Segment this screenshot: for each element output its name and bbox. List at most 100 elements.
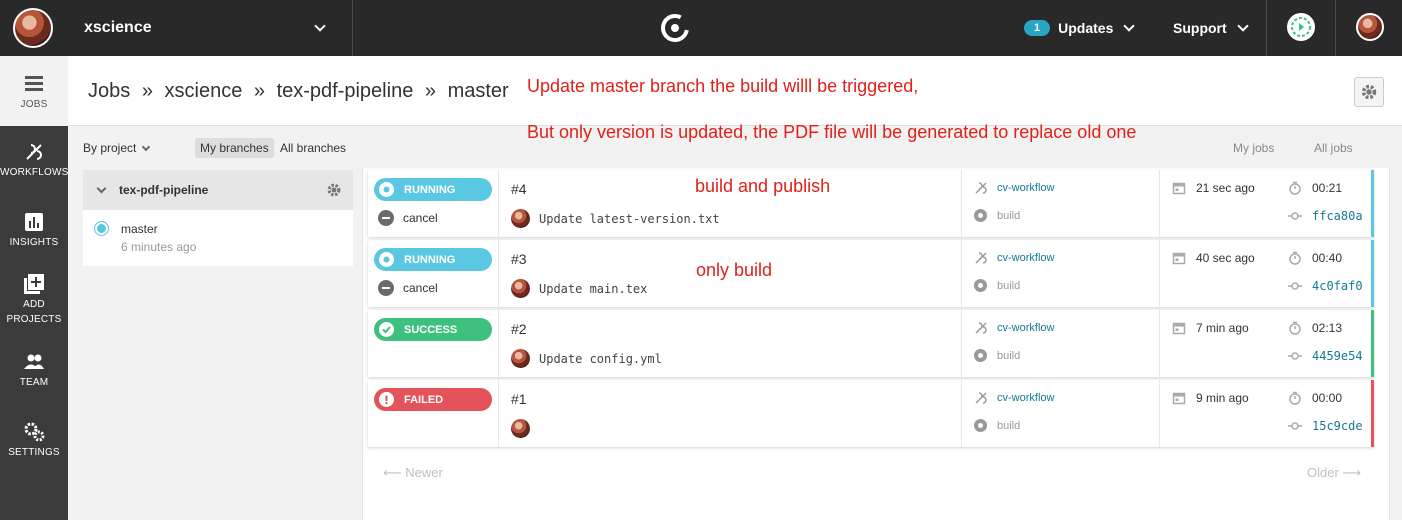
build-time-label: 9 min ago	[1196, 391, 1249, 405]
build-number[interactable]: #4	[511, 181, 527, 197]
status-badge[interactable]: FAILED	[374, 388, 492, 411]
build-row[interactable]: SUCCESS #2 Update config.yml cv-workflow bui…	[368, 310, 1374, 377]
updates-menu[interactable]: 1 Updates	[1024, 0, 1136, 56]
newer-link[interactable]: ⟵ Newer	[383, 465, 443, 481]
nav-label: WORKFLOWS	[0, 167, 69, 178]
build-time-label: 21 sec ago	[1196, 181, 1255, 195]
sha-label: 4459e54	[1312, 349, 1363, 363]
user-avatar[interactable]	[1356, 13, 1384, 41]
job-icon	[974, 419, 987, 432]
status-edge	[1371, 380, 1374, 447]
cancel-button[interactable]: cancel	[378, 210, 438, 226]
nav-workflows[interactable]: WORKFLOWS	[0, 141, 68, 178]
divider	[1335, 0, 1336, 56]
nav-label: JOBS	[20, 99, 48, 110]
build-meta-cell: 9 min ago 00:00 15c9cde	[1160, 380, 1371, 447]
cancel-icon	[378, 280, 394, 296]
nav-insights[interactable]: INSIGHTS	[0, 211, 68, 248]
breadcrumb-separator: »	[253, 80, 265, 102]
stopwatch-icon	[1289, 181, 1301, 195]
chevron-down-icon	[96, 183, 107, 193]
workflow-icon	[975, 322, 987, 334]
workflow-name: cv-workflow	[997, 252, 1055, 264]
all-branches-toggle[interactable]: All branches	[280, 141, 346, 155]
build-row[interactable]: FAILED #1 cv-workflow build 9 min ago 00:00 15…	[368, 380, 1374, 447]
chevron-down-icon	[1236, 20, 1249, 32]
breadcrumb: Jobs » xscience » tex-pdf-pipeline » mas…	[88, 80, 515, 103]
build-row[interactable]: RUNNING cancel #3 Update main.tex cv-workflo…	[368, 240, 1374, 307]
commit-subject: Update main.tex	[539, 281, 648, 296]
status-label: FAILED	[404, 393, 444, 406]
commit-icon	[1288, 282, 1302, 290]
build-number[interactable]: #1	[511, 391, 527, 407]
calendar-icon	[1172, 392, 1186, 405]
job-name: build	[974, 419, 1020, 432]
chevron-down-icon	[1123, 20, 1136, 32]
all-jobs-toggle[interactable]: All jobs	[1314, 141, 1353, 155]
workflow-cell: cv-workflow build	[962, 170, 1160, 237]
by-project-dropdown[interactable]: By project	[83, 141, 151, 155]
nav-settings[interactable]: SETTINGS	[0, 421, 68, 458]
breadcrumb-org[interactable]: xscience	[165, 80, 243, 102]
sha-label: 15c9cde	[1312, 419, 1363, 433]
branch-item[interactable]: master 6 minutes ago	[83, 210, 353, 266]
success-status-icon	[379, 322, 394, 337]
workflow-link[interactable]: cv-workflow	[974, 391, 1054, 405]
build-status-cell: FAILED	[368, 380, 499, 447]
calendar-icon	[1172, 182, 1186, 195]
commit-sha-link[interactable]: 4459e54	[1288, 349, 1363, 363]
status-badge[interactable]: RUNNING	[374, 248, 492, 271]
workflow-link[interactable]: cv-workflow	[974, 321, 1054, 335]
commit-sha-link[interactable]: ffca80a	[1288, 209, 1363, 223]
commit-message: Update config.yml	[511, 349, 662, 368]
workflow-icon	[975, 182, 987, 194]
workflow-icon	[975, 392, 987, 404]
nav-team[interactable]: TEAM	[0, 351, 68, 388]
nav-add-projects[interactable]: ADD PROJECTS	[0, 273, 68, 325]
job-name: build	[974, 209, 1020, 222]
status-label: SUCCESS	[404, 323, 458, 336]
status-label: RUNNING	[404, 183, 456, 196]
commit-message: Update main.tex	[511, 279, 647, 298]
commit-sha-link[interactable]: 4c0faf0	[1288, 279, 1363, 293]
status-edge	[1371, 240, 1374, 307]
running-status-icon	[95, 222, 108, 235]
cancel-button[interactable]: cancel	[378, 280, 438, 296]
gear-icon[interactable]	[326, 182, 342, 198]
job-icon	[974, 209, 987, 222]
updates-label: Updates	[1058, 20, 1114, 36]
duration-label: 00:21	[1312, 181, 1343, 195]
status-badge[interactable]: RUNNING	[374, 178, 492, 201]
workflow-cell: cv-workflow build	[962, 310, 1160, 377]
job-label: build	[997, 279, 1021, 292]
jobs-icon	[23, 73, 45, 95]
breadcrumb-project[interactable]: tex-pdf-pipeline	[277, 80, 414, 102]
status-badge[interactable]: SUCCESS	[374, 318, 492, 341]
my-branches-toggle[interactable]: My branches	[195, 138, 274, 158]
annotation-text: But only version is updated, the PDF fil…	[527, 122, 1137, 142]
build-meta-cell: 7 min ago 02:13 4459e54	[1160, 310, 1371, 377]
workflow-link[interactable]: cv-workflow	[974, 181, 1054, 195]
project-header[interactable]: tex-pdf-pipeline	[83, 170, 353, 210]
older-link[interactable]: Older ⟶	[1307, 465, 1361, 481]
stopwatch-icon	[1289, 391, 1301, 405]
build-time: 40 sec ago	[1172, 251, 1255, 265]
build-time: 7 min ago	[1172, 321, 1249, 335]
build-row[interactable]: RUNNING cancel #4 Update latest-version.txt…	[368, 170, 1374, 237]
build-number[interactable]: #3	[511, 251, 527, 267]
support-menu[interactable]: Support	[1173, 0, 1249, 56]
workflow-cell: cv-workflow build	[962, 380, 1160, 447]
project-settings-button[interactable]	[1354, 77, 1384, 107]
status-label: RUNNING	[404, 253, 456, 266]
org-switcher[interactable]: xscience	[0, 0, 353, 56]
job-icon	[974, 279, 987, 292]
system-status-icon[interactable]	[1287, 13, 1315, 41]
breadcrumb-jobs[interactable]: Jobs	[88, 80, 130, 102]
nav-jobs[interactable]: JOBS	[0, 56, 68, 126]
commit-sha-link[interactable]: 15c9cde	[1288, 419, 1363, 433]
circleci-logo[interactable]	[660, 13, 690, 43]
build-number[interactable]: #2	[511, 321, 527, 337]
my-jobs-toggle[interactable]: My jobs	[1233, 141, 1274, 155]
workflow-link[interactable]: cv-workflow	[974, 251, 1054, 265]
updates-count-badge: 1	[1024, 20, 1051, 36]
